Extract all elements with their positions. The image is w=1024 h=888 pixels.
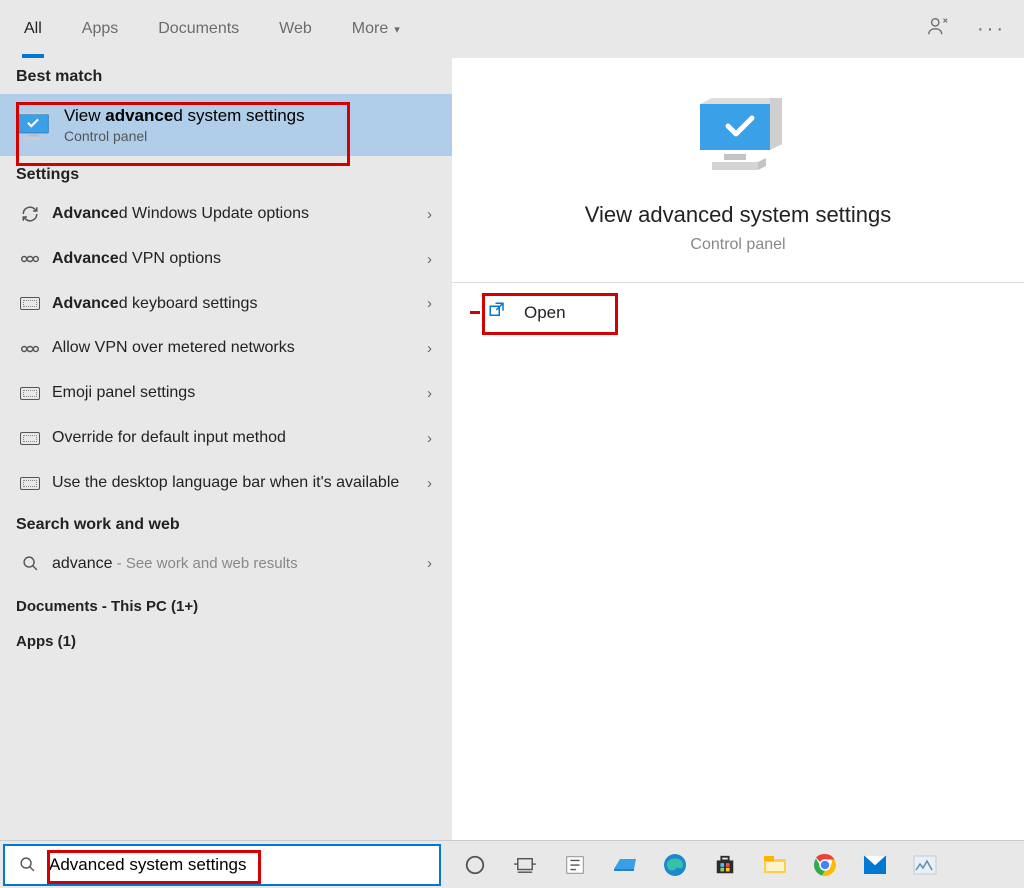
- settings-header: Settings: [0, 156, 452, 192]
- best-match-title: View advanced system settings: [64, 106, 305, 126]
- best-match-result[interactable]: View advanced system settings Control pa…: [0, 94, 452, 156]
- keyboard-icon: [16, 297, 44, 310]
- feedback-icon[interactable]: [927, 15, 949, 43]
- chevron-right-icon: ›: [427, 385, 436, 402]
- settings-item[interactable]: Advanced VPN options›: [0, 237, 452, 282]
- keyboard-icon: [16, 477, 44, 490]
- settings-item-label: Allow VPN over metered networks: [44, 338, 427, 359]
- best-match-subtitle: Control panel: [64, 128, 305, 144]
- web-search-item[interactable]: advance - See work and web results ›: [0, 542, 452, 587]
- chevron-right-icon: ›: [427, 251, 436, 268]
- preview-pane: View advanced system settings Control pa…: [452, 58, 1024, 840]
- system-settings-icon: [16, 108, 50, 142]
- tab-apps[interactable]: Apps: [62, 0, 138, 58]
- settings-item-label: Override for default input method: [44, 428, 427, 449]
- keyboard-icon: [16, 432, 44, 445]
- chevron-right-icon: ›: [427, 206, 436, 223]
- search-icon: [5, 856, 49, 873]
- vpn-icon: [16, 252, 44, 266]
- preview-icon: [472, 98, 1004, 180]
- taskbar-app-icon[interactable]: [554, 844, 596, 886]
- settings-item[interactable]: Advanced keyboard settings›: [0, 282, 452, 327]
- vpn-icon: [16, 342, 44, 356]
- taskbar-search[interactable]: [3, 844, 441, 886]
- search-work-web-header: Search work and web: [0, 506, 452, 542]
- apps-header[interactable]: Apps (1): [0, 621, 452, 656]
- tab-all[interactable]: All: [4, 0, 62, 58]
- settings-item[interactable]: Override for default input method›: [0, 416, 452, 461]
- taskbar-store-icon[interactable]: [704, 844, 746, 886]
- taskbar-app-icon[interactable]: [604, 844, 646, 886]
- settings-item-label: Advanced VPN options: [44, 249, 427, 270]
- tab-documents[interactable]: Documents: [138, 0, 259, 58]
- open-label: Open: [524, 303, 566, 323]
- chevron-right-icon: ›: [427, 555, 436, 572]
- settings-item[interactable]: Advanced Windows Update options›: [0, 192, 452, 237]
- chevron-down-icon: ▾: [394, 23, 400, 36]
- taskbar: [0, 840, 1024, 888]
- tab-more[interactable]: More▾: [332, 0, 420, 58]
- refresh-icon: [16, 205, 44, 223]
- taskbar-edge-icon[interactable]: [654, 844, 696, 886]
- taskbar-app-icon[interactable]: [904, 844, 946, 886]
- taskbar-mail-icon[interactable]: [854, 844, 896, 886]
- web-search-label: advance - See work and web results: [44, 554, 427, 575]
- chevron-right-icon: ›: [427, 340, 436, 357]
- settings-list: Advanced Windows Update options›Advanced…: [0, 192, 452, 506]
- preview-subtitle: Control panel: [472, 236, 1004, 254]
- settings-item-label: Advanced keyboard settings: [44, 294, 427, 315]
- results-pane: Best match View advanced system settings…: [0, 58, 452, 840]
- search-icon: [16, 555, 44, 572]
- preview-title: View advanced system settings: [472, 202, 1004, 228]
- settings-item[interactable]: Allow VPN over metered networks›: [0, 326, 452, 371]
- open-icon: [488, 301, 506, 324]
- more-options-icon[interactable]: ···: [977, 18, 1006, 41]
- taskbar-taskview-icon[interactable]: [504, 844, 546, 886]
- documents-header[interactable]: Documents - This PC (1+): [0, 586, 452, 621]
- chevron-right-icon: ›: [427, 295, 436, 312]
- taskbar-explorer-icon[interactable]: [754, 844, 796, 886]
- best-match-header: Best match: [0, 58, 452, 94]
- keyboard-icon: [16, 387, 44, 400]
- tab-web[interactable]: Web: [259, 0, 332, 58]
- open-action[interactable]: Open: [488, 301, 988, 324]
- search-filter-tabs: All Apps Documents Web More▾ ···: [0, 0, 1024, 58]
- search-input[interactable]: [49, 855, 439, 875]
- chevron-right-icon: ›: [427, 430, 436, 447]
- taskbar-cortana-icon[interactable]: [454, 844, 496, 886]
- taskbar-chrome-icon[interactable]: [804, 844, 846, 886]
- annotation-dash: [470, 311, 480, 314]
- chevron-right-icon: ›: [427, 475, 436, 492]
- settings-item-label: Advanced Windows Update options: [44, 204, 427, 225]
- settings-item[interactable]: Use the desktop language bar when it's a…: [0, 461, 452, 506]
- settings-item-label: Emoji panel settings: [44, 383, 427, 404]
- settings-item-label: Use the desktop language bar when it's a…: [44, 473, 427, 494]
- settings-item[interactable]: Emoji panel settings›: [0, 371, 452, 416]
